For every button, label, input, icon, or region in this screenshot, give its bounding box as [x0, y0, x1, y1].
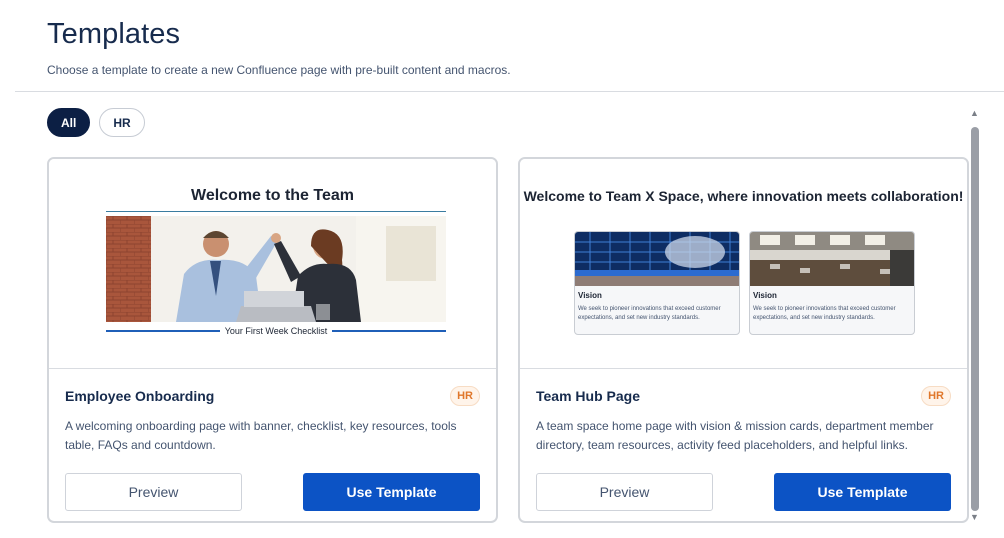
preview-button[interactable]: Preview [536, 473, 713, 511]
vision-card: Vision We seek to pioneer innovations th… [749, 231, 915, 335]
office-image [750, 232, 914, 286]
thumbnail-caption: Your First Week Checklist [224, 326, 328, 336]
page-subtitle: Choose a template to create a new Conflu… [47, 63, 511, 77]
mini-card-text: We seek to pioneer innovations that exce… [578, 306, 721, 321]
filter-chip-all[interactable]: All [47, 108, 91, 137]
template-thumbnail: Welcome to the Team Your First Week Chec… [49, 159, 496, 369]
header-divider [15, 91, 1004, 92]
preview-button[interactable]: Preview [65, 473, 242, 511]
scrollbar-thumb[interactable] [971, 127, 979, 511]
thumbnail-rule [106, 211, 446, 212]
card-description: A team space home page with vision & mis… [536, 419, 934, 452]
card-title: Team Hub Page [536, 388, 640, 404]
thumbnail-heading: Welcome to Team X Space, where innovatio… [523, 188, 964, 204]
category-badge: HR [450, 386, 480, 406]
team-photo [106, 216, 446, 322]
page-title: Templates [47, 18, 181, 50]
thumbnail-checklist-banner: Your First Week Checklist [106, 326, 447, 336]
triangle-down-icon[interactable]: ▼ [970, 512, 979, 522]
use-template-button[interactable]: Use Template [303, 473, 480, 511]
mini-card-label: Vision [753, 291, 777, 300]
mini-card-label: Vision [578, 291, 602, 300]
template-card-employee-onboarding[interactable]: Welcome to the Team Your First Week Chec… [47, 157, 498, 523]
filter-chips: All HR [47, 108, 145, 137]
vision-card: Vision We seek to pioneer innovations th… [574, 231, 740, 335]
category-badge: HR [921, 386, 951, 406]
filter-chip-hr[interactable]: HR [99, 108, 145, 137]
tech-image [575, 232, 739, 286]
use-template-button[interactable]: Use Template [774, 473, 951, 511]
triangle-up-icon[interactable]: ▲ [970, 108, 979, 118]
page-header: Templates Choose a template to create a … [47, 18, 511, 77]
card-description: A welcoming onboarding page with banner,… [65, 419, 457, 452]
template-card-team-hub[interactable]: Welcome to Team X Space, where innovatio… [518, 157, 969, 523]
mini-card-text: We seek to pioneer innovations that exce… [753, 306, 896, 321]
card-title: Employee Onboarding [65, 388, 215, 404]
template-thumbnail: Welcome to Team X Space, where innovatio… [520, 159, 967, 369]
thumbnail-heading: Welcome to the Team [191, 187, 354, 204]
vertical-scrollbar[interactable]: ▲ ▼ [969, 108, 981, 522]
